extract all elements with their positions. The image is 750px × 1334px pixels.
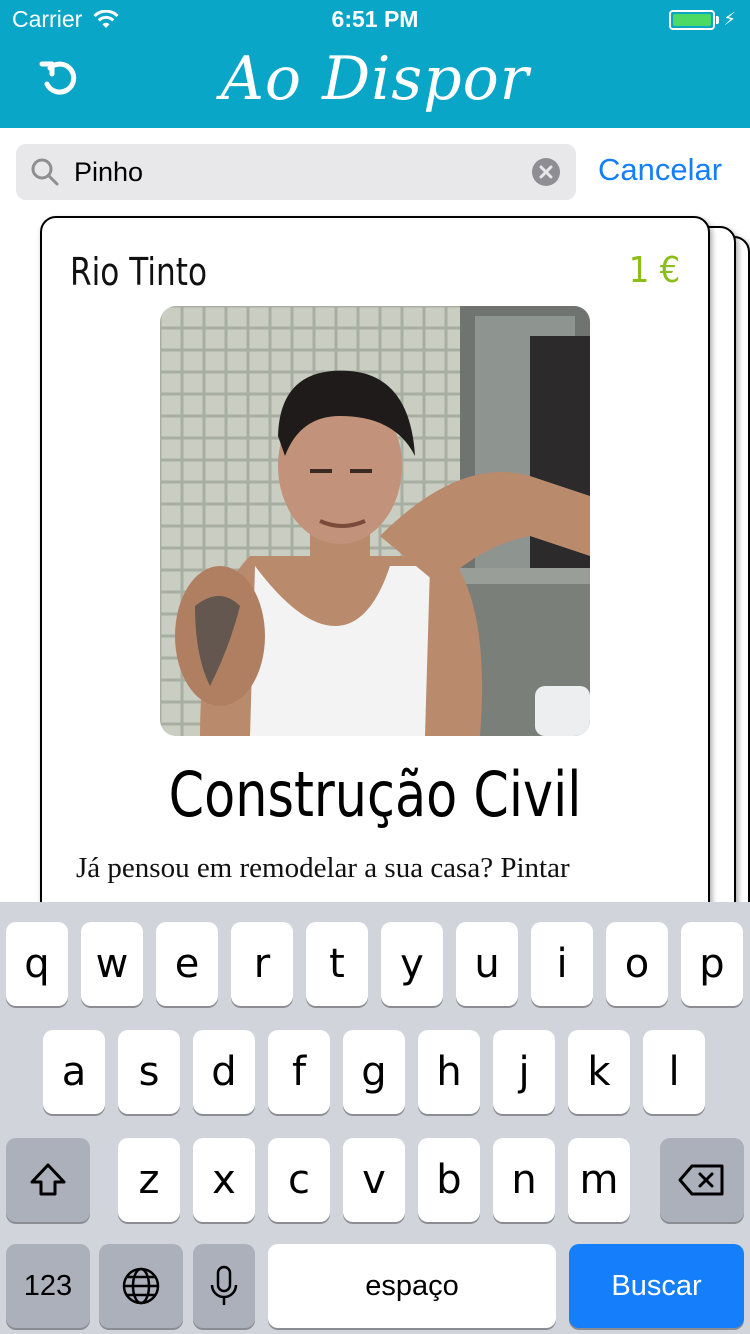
key-o[interactable]: o (606, 922, 668, 1006)
search-icon (31, 158, 59, 186)
key-m[interactable]: m (568, 1138, 630, 1222)
key-i[interactable]: i (531, 922, 593, 1006)
card-location: Rio Tinto (70, 250, 208, 294)
key-t[interactable]: t (306, 922, 368, 1006)
clear-search-button[interactable] (532, 158, 560, 186)
key-f[interactable]: f (268, 1030, 330, 1114)
key-b[interactable]: b (418, 1138, 480, 1222)
key-e[interactable]: e (156, 922, 218, 1006)
key-x[interactable]: x (193, 1138, 255, 1222)
key-y[interactable]: y (381, 922, 443, 1006)
key-a[interactable]: a (43, 1030, 105, 1114)
search-field[interactable] (16, 144, 576, 200)
service-card[interactable]: Rio Tinto 1 € Construção Civil Já pensou… (40, 216, 710, 936)
status-bar: Carrier 6:51 PM ⚡ (0, 0, 750, 40)
key-h[interactable]: h (418, 1030, 480, 1114)
microphone-icon (210, 1265, 238, 1305)
key-c[interactable]: c (268, 1138, 330, 1222)
key-p[interactable]: p (681, 922, 743, 1006)
backspace-icon (678, 1164, 724, 1196)
microphone-key[interactable] (193, 1244, 255, 1328)
status-time: 6:51 PM (331, 6, 419, 32)
cancel-button[interactable]: Cancelar (598, 152, 722, 188)
key-j[interactable]: j (493, 1030, 555, 1114)
search-return-key[interactable]: Buscar (569, 1244, 744, 1328)
key-w[interactable]: w (81, 922, 143, 1006)
key-v[interactable]: v (343, 1138, 405, 1222)
search-input[interactable] (74, 152, 504, 192)
key-n[interactable]: n (493, 1138, 555, 1222)
card-photo (160, 306, 590, 736)
close-icon (539, 165, 553, 179)
numbers-key[interactable]: 123 (6, 1244, 90, 1328)
app-title: Ao Dispor (220, 44, 530, 114)
search-bar: Cancelar (0, 128, 750, 216)
key-u[interactable]: u (456, 922, 518, 1006)
shift-key[interactable] (6, 1138, 90, 1222)
globe-key[interactable] (99, 1244, 183, 1328)
key-z[interactable]: z (118, 1138, 180, 1222)
space-key[interactable]: espaço (268, 1244, 556, 1328)
key-k[interactable]: k (568, 1030, 630, 1114)
globe-icon (122, 1267, 160, 1305)
app-header: Carrier 6:51 PM ⚡ Ao Dispor (0, 0, 750, 128)
key-l[interactable]: l (643, 1030, 705, 1114)
card-description: Já pensou em remodelar a sua casa? Pinta… (76, 852, 570, 884)
card-title: Construção Civil (168, 758, 582, 831)
key-s[interactable]: s (118, 1030, 180, 1114)
profile-photo (160, 306, 590, 736)
key-d[interactable]: d (193, 1030, 255, 1114)
battery-icon: ⚡ (669, 9, 736, 30)
shift-icon (30, 1163, 66, 1196)
key-r[interactable]: r (231, 922, 293, 1006)
key-g[interactable]: g (343, 1030, 405, 1114)
charging-bolt-icon: ⚡ (723, 9, 736, 29)
keyboard: q w e r t y u i o p a s d f g h j k l z … (0, 902, 750, 1334)
key-q[interactable]: q (6, 922, 68, 1006)
delete-key[interactable] (660, 1138, 744, 1222)
card-price: 1 € (628, 250, 680, 291)
